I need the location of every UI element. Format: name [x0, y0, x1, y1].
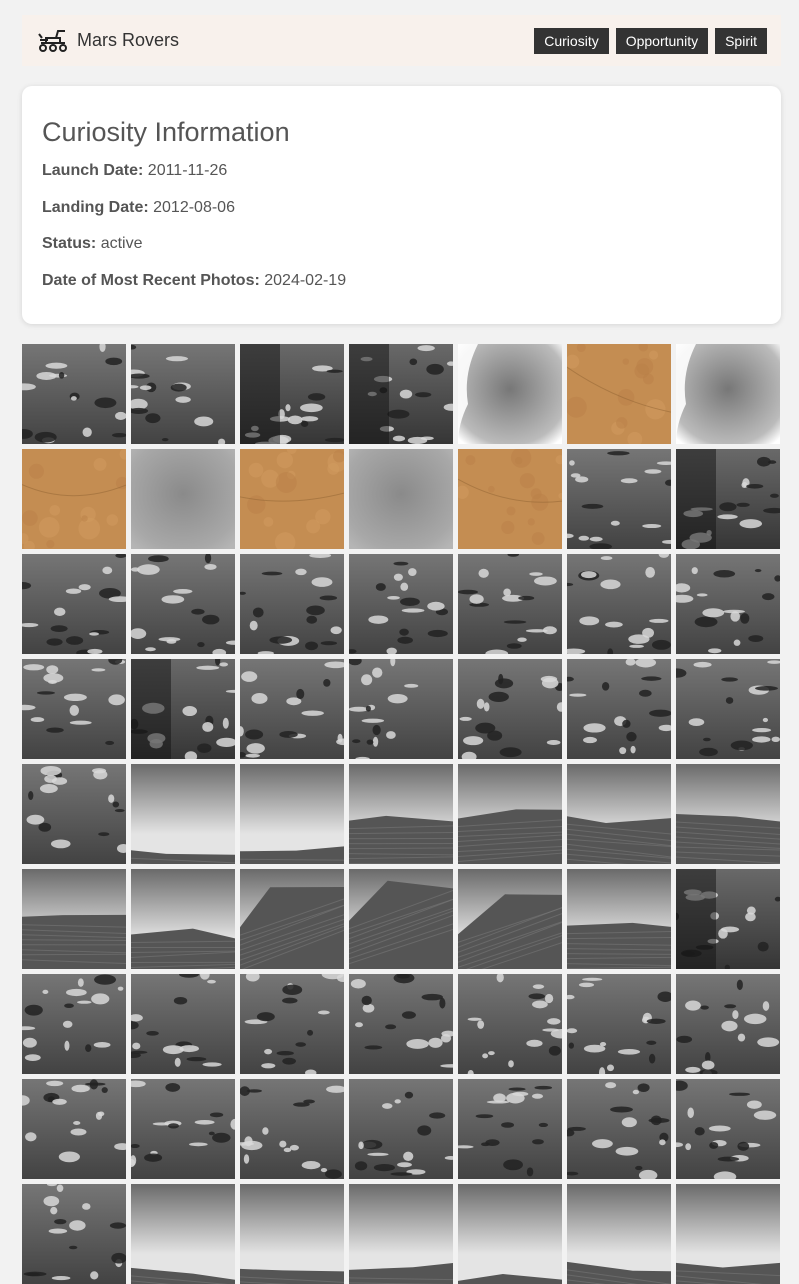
rover-photo[interactable]	[567, 1079, 671, 1179]
rover-photo[interactable]	[676, 974, 780, 1074]
rover-photo[interactable]	[240, 869, 344, 969]
recent-photos-date: Date of Most Recent Photos: 2024-02-19	[42, 271, 761, 291]
rover-photo[interactable]	[240, 659, 344, 759]
landing-date-label: Landing Date:	[42, 198, 149, 216]
rover-photo[interactable]	[349, 344, 453, 444]
rover-photo[interactable]	[567, 1184, 671, 1284]
rover-photo[interactable]	[22, 764, 126, 864]
rover-photo[interactable]	[567, 869, 671, 969]
rover-photo[interactable]	[349, 869, 453, 969]
rover-photo[interactable]	[240, 974, 344, 1074]
rover-photo[interactable]	[131, 869, 235, 969]
rover-photo[interactable]	[240, 1184, 344, 1284]
rover-photo[interactable]	[131, 659, 235, 759]
rover-photo[interactable]	[458, 554, 562, 654]
opportunity-button[interactable]: Opportunity	[615, 27, 709, 54]
rover-photo[interactable]	[240, 449, 344, 549]
rover-photo[interactable]	[22, 659, 126, 759]
rover-photo[interactable]	[349, 1079, 453, 1179]
rover-icon	[38, 28, 68, 54]
rover-photo[interactable]	[22, 869, 126, 969]
rover-photo[interactable]	[131, 764, 235, 864]
rover-photo[interactable]	[22, 449, 126, 549]
rover-photo[interactable]	[131, 1079, 235, 1179]
rover-photo[interactable]	[240, 344, 344, 444]
rover-photo[interactable]	[349, 1184, 453, 1284]
rover-photo[interactable]	[676, 1184, 780, 1284]
rover-photo[interactable]	[22, 1184, 126, 1284]
rover-photo[interactable]	[458, 869, 562, 969]
rover-photo[interactable]	[676, 449, 780, 549]
navbar: Mars Rovers Curiosity Opportunity Spirit	[22, 15, 781, 66]
rover-photo[interactable]	[676, 764, 780, 864]
rover-photo[interactable]	[240, 764, 344, 864]
rover-photo[interactable]	[131, 974, 235, 1074]
rover-photo[interactable]	[676, 554, 780, 654]
landing-date: Landing Date: 2012-08-06	[42, 198, 761, 218]
photo-grid	[22, 344, 782, 1284]
rover-photo[interactable]	[676, 344, 780, 444]
rover-photo[interactable]	[22, 974, 126, 1074]
status: Status: active	[42, 234, 761, 254]
rover-photo[interactable]	[567, 554, 671, 654]
rover-photo[interactable]	[458, 974, 562, 1074]
rover-photo[interactable]	[349, 764, 453, 864]
recent-photos-label: Date of Most Recent Photos:	[42, 271, 260, 289]
launch-date: Launch Date: 2011-11-26	[42, 161, 761, 181]
rover-photo[interactable]	[676, 659, 780, 759]
info-title: Curiosity Information	[42, 117, 290, 147]
rover-photo[interactable]	[567, 344, 671, 444]
rover-photo[interactable]	[567, 449, 671, 549]
rover-photo[interactable]	[240, 554, 344, 654]
rover-photo[interactable]	[22, 344, 126, 444]
rover-buttons: Curiosity Opportunity Spirit	[534, 27, 767, 54]
rover-photo[interactable]	[22, 554, 126, 654]
brand-title: Mars Rovers	[77, 30, 180, 50]
rover-photo[interactable]	[22, 1079, 126, 1179]
rover-photo[interactable]	[567, 764, 671, 864]
rover-photo[interactable]	[131, 554, 235, 654]
rover-photo[interactable]	[349, 659, 453, 759]
rover-photo[interactable]	[458, 659, 562, 759]
rover-photo[interactable]	[349, 554, 453, 654]
status-label: Status:	[42, 235, 97, 252]
rover-photo[interactable]	[349, 974, 453, 1074]
landing-date-value: 2012-08-06	[153, 198, 235, 216]
rover-photo[interactable]	[458, 1079, 562, 1179]
rover-photo[interactable]	[131, 1184, 235, 1284]
brand[interactable]: Mars Rovers	[38, 28, 179, 54]
rover-photo[interactable]	[458, 344, 562, 444]
rover-photo[interactable]	[567, 974, 671, 1074]
recent-photos-value: 2024-02-19	[264, 271, 347, 289]
rover-photo[interactable]	[349, 449, 453, 549]
rover-photo[interactable]	[131, 449, 235, 549]
rover-photo[interactable]	[458, 1184, 562, 1284]
rover-photo[interactable]	[240, 1079, 344, 1179]
status-value: active	[100, 235, 143, 252]
spirit-button[interactable]: Spirit	[715, 27, 767, 54]
rover-photo[interactable]	[676, 869, 780, 969]
rover-photo[interactable]	[567, 659, 671, 759]
curiosity-button[interactable]: Curiosity	[534, 27, 609, 54]
rover-photo[interactable]	[676, 1079, 780, 1179]
rover-photo[interactable]	[131, 344, 235, 444]
rover-info-card: Curiosity Information Launch Date: 2011-…	[22, 86, 781, 324]
rover-photo[interactable]	[458, 764, 562, 864]
rover-photo[interactable]	[458, 449, 562, 549]
launch-date-label: Launch Date:	[42, 162, 144, 179]
launch-date-value: 2011-11-26	[147, 162, 228, 179]
